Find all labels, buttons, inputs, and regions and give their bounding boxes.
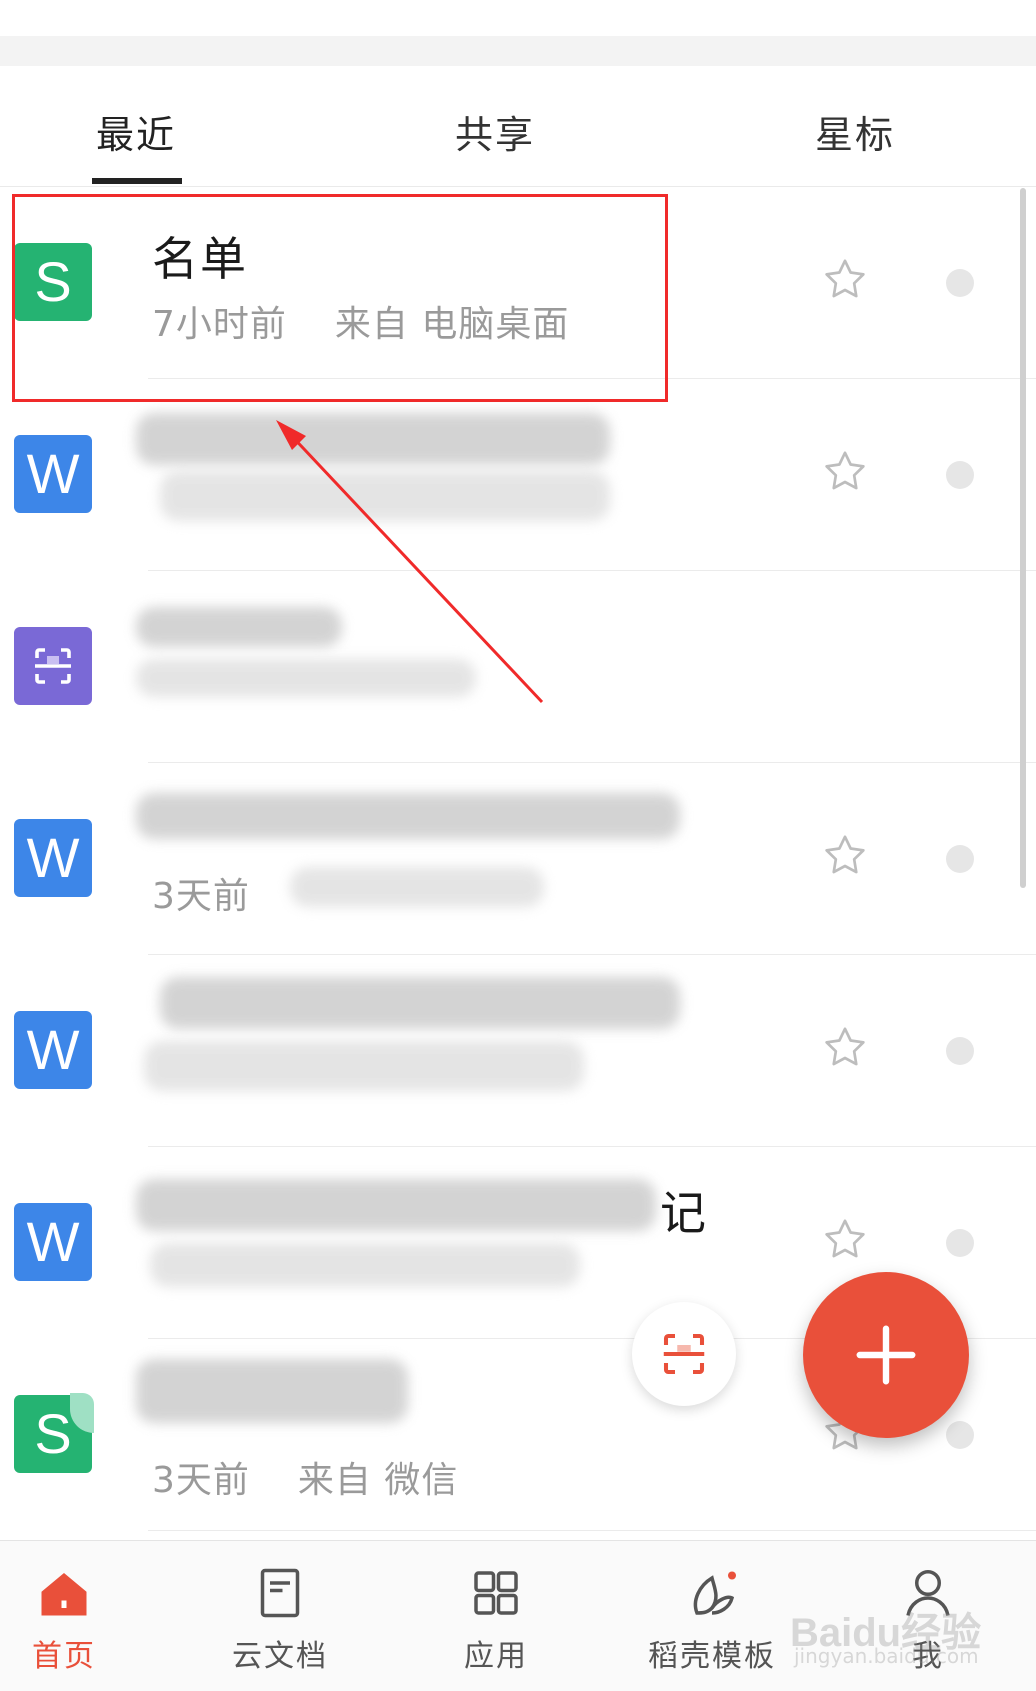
list-item[interactable]: W 3天前 — [0, 763, 1036, 955]
nav-label: 首页 — [32, 1639, 96, 1674]
redacted-meta — [150, 1243, 580, 1287]
more-options-dot[interactable] — [946, 461, 974, 489]
active-tab-indicator — [92, 178, 182, 184]
star-icon[interactable] — [820, 255, 870, 305]
more-options-dot[interactable] — [946, 269, 974, 297]
redacted-title — [160, 977, 680, 1029]
nav-label: 稻壳模板 — [648, 1639, 776, 1674]
file-meta: 3天前 来自 微信 — [152, 1451, 458, 1503]
home-icon — [41, 1573, 87, 1616]
document-icon: W — [14, 1011, 92, 1089]
more-options-dot[interactable] — [946, 1037, 974, 1065]
redacted-meta — [136, 659, 476, 697]
document-icon: W — [14, 435, 92, 513]
document-icon: W — [14, 819, 92, 897]
cloud-doc-icon — [260, 1568, 300, 1618]
scrollbar[interactable] — [1020, 188, 1026, 888]
tab-shared[interactable]: 共享 — [455, 104, 535, 159]
redacted-title — [136, 607, 342, 647]
scan-document-icon — [14, 627, 92, 705]
tab-recent[interactable]: 最近 — [96, 104, 176, 159]
file-source: 来自 微信 — [297, 1460, 459, 1501]
row-divider — [148, 1530, 1036, 1531]
redacted-title — [136, 413, 610, 465]
plus-icon — [856, 1325, 916, 1385]
redacted-meta — [290, 867, 544, 907]
file-time: 3天前 — [152, 876, 250, 917]
nav-label: 云文档 — [232, 1639, 328, 1674]
file-title-visible: 记 — [660, 1186, 708, 1240]
more-options-dot[interactable] — [946, 845, 974, 873]
redacted-title — [136, 1359, 408, 1423]
redacted-title — [136, 1179, 656, 1231]
file-time: 3天前 — [152, 1460, 250, 1501]
star-icon[interactable] — [820, 1023, 870, 1073]
redacted-meta — [144, 1041, 584, 1091]
star-icon[interactable] — [820, 1215, 870, 1265]
apps-grid-icon — [474, 1571, 518, 1615]
nav-apps[interactable]: 应用 — [396, 1541, 596, 1691]
list-item[interactable] — [0, 571, 1036, 763]
redacted-meta — [160, 471, 610, 521]
status-bar-area — [0, 0, 1036, 36]
nav-templates[interactable]: 稻壳模板 — [612, 1541, 812, 1691]
scan-button[interactable] — [632, 1302, 736, 1406]
template-leaf-icon — [693, 1571, 736, 1615]
tab-bar: 最近 共享 星标 — [0, 66, 1036, 187]
star-icon[interactable] — [820, 831, 870, 881]
scan-icon — [663, 1333, 705, 1375]
annotation-highlight-box — [12, 194, 668, 402]
watermark-url: jingyan.baidu.com — [794, 1644, 979, 1668]
file-meta: 3天前 — [152, 867, 250, 919]
star-icon[interactable] — [820, 447, 870, 497]
nav-home[interactable]: 首页 — [0, 1541, 164, 1691]
nav-label: 应用 — [464, 1639, 528, 1674]
document-icon: W — [14, 1203, 92, 1281]
more-options-dot[interactable] — [946, 1421, 974, 1449]
list-item[interactable]: W — [0, 379, 1036, 571]
tab-starred[interactable]: 星标 — [815, 104, 895, 159]
more-options-dot[interactable] — [946, 1229, 974, 1257]
list-item[interactable]: W — [0, 955, 1036, 1147]
nav-cloud-docs[interactable]: 云文档 — [180, 1541, 380, 1691]
header-separator — [0, 36, 1036, 66]
add-button[interactable] — [803, 1272, 969, 1438]
spreadsheet-icon: S — [14, 1393, 94, 1473]
redacted-title — [136, 793, 680, 839]
